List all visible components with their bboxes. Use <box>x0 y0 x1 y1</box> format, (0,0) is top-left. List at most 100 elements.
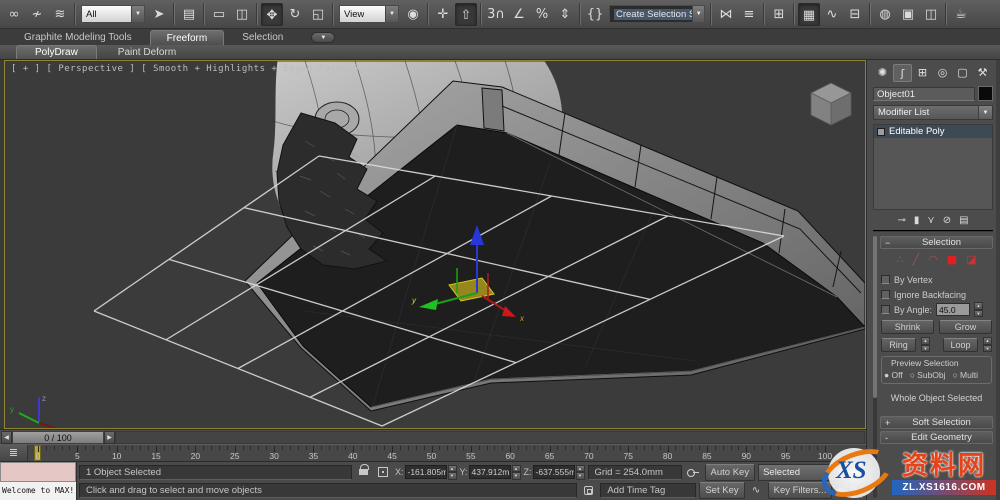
by-angle-row[interactable]: By Angle: 45.0 ▲ ▼ <box>881 302 992 317</box>
time-slider-next-button[interactable]: ▶ <box>104 430 115 444</box>
show-end-result-icon[interactable]: ▮ <box>914 215 920 226</box>
rollout-scrollbar[interactable] <box>873 236 877 498</box>
add-time-tag[interactable]: Add Time Tag <box>600 482 697 498</box>
unlink-selection-icon[interactable]: ≁ <box>26 3 48 26</box>
spinner-snap-toggle-icon[interactable]: ⇕ <box>554 3 576 26</box>
ring-button[interactable]: Ring <box>881 337 916 352</box>
pin-stack-icon[interactable]: ⊸ <box>897 215 905 226</box>
selection-filter-dropdown[interactable]: All ▼ <box>81 5 145 23</box>
y-coordinate-field[interactable]: 437.912mm <box>468 465 511 479</box>
object-color-swatch[interactable] <box>978 86 993 101</box>
key-mode-dropdown[interactable]: Selected ▼ <box>758 463 847 481</box>
viewport-label[interactable]: [ + ] [ Perspective ] [ Smooth + Highlig… <box>11 64 360 74</box>
time-slider-track[interactable] <box>115 430 865 444</box>
by-vertex-checkbox[interactable] <box>881 275 890 284</box>
configure-modifier-sets-icon[interactable]: ▤ <box>959 215 968 226</box>
tab-polydraw[interactable]: PolyDraw <box>16 45 97 59</box>
edit-named-selection-sets-icon[interactable]: {} <box>584 3 606 26</box>
viewport-canvas[interactable]: y x z y x <box>5 60 866 437</box>
select-and-move-icon[interactable]: ✥ <box>261 2 283 26</box>
y-spinner[interactable]: ▲ ▼ <box>511 464 521 480</box>
ignore-backfacing-checkbox[interactable] <box>881 290 890 299</box>
loop-spinner[interactable]: ▲ ▼ <box>983 337 992 352</box>
z-spinner[interactable]: ▲ ▼ <box>575 464 585 480</box>
hierarchy-tab-icon[interactable]: ⊞ <box>913 64 932 82</box>
edge-icon[interactable]: ╱ <box>912 253 919 266</box>
x-spinner[interactable]: ▲ ▼ <box>447 464 457 480</box>
named-selection-set-dropdown[interactable]: Create Selection Se ▼ <box>609 5 705 23</box>
maxscript-mini-listener[interactable]: Welcome to MAX! <box>0 462 77 500</box>
rectangular-selection-region-icon[interactable]: ▭ <box>208 3 230 26</box>
time-slider-prev-button[interactable]: ◀ <box>1 430 12 444</box>
track-bar[interactable]: ≣ 0 5 10 15 20 25 30 35 40 45 50 55 60 65 70 75 80 85 90 95… <box>0 444 866 461</box>
ignore-backfacing-row[interactable]: Ignore Backfacing <box>881 287 992 302</box>
angle-snap-toggle-icon[interactable]: ∠ <box>508 3 530 26</box>
bind-to-space-warp-icon[interactable]: ≋ <box>49 3 71 26</box>
mirror-icon[interactable]: ⋈ <box>715 3 737 26</box>
key-filters-button[interactable]: Key Filters... <box>767 481 833 499</box>
modifier-stack[interactable]: Editable Poly <box>873 124 993 210</box>
x-coordinate-field[interactable]: -161.805m <box>404 465 447 479</box>
rollout-header-selection[interactable]: − Selection <box>880 236 993 249</box>
next-frame-button[interactable]: ◀▶| <box>835 486 846 494</box>
preview-radio-subobj[interactable]: ○ SubObj <box>910 370 946 380</box>
grow-button[interactable]: Grow <box>939 320 992 334</box>
utilities-tab-icon[interactable]: ⚒ <box>973 64 992 82</box>
render-production-icon[interactable]: ☕ <box>950 3 972 26</box>
border-icon[interactable]: ◠ <box>928 253 938 266</box>
ribbon-minimize-button[interactable]: ▼ <box>311 32 336 43</box>
percent-snap-toggle-icon[interactable]: % <box>531 3 553 26</box>
by-angle-field[interactable]: 45.0 <box>936 303 971 316</box>
set-keys-button[interactable] <box>685 464 702 480</box>
shrink-button[interactable]: Shrink <box>881 320 934 334</box>
absolute-offset-mode-toggle[interactable] <box>375 464 392 480</box>
set-key-button[interactable]: Set Key <box>699 481 745 499</box>
create-tab-icon[interactable]: ✺ <box>873 64 892 82</box>
make-unique-icon[interactable]: ⋎ <box>927 215 934 226</box>
curve-editor-icon[interactable]: ∿ <box>821 3 843 26</box>
go-to-start-button[interactable]: |◀◀ ◀ <box>849 468 865 476</box>
listener-macro-row[interactable] <box>0 462 76 482</box>
mini-curve-editor-icon[interactable]: ≣ <box>0 445 28 461</box>
render-setup-icon[interactable]: ▣ <box>897 3 919 26</box>
listener-text[interactable]: Welcome to MAX! <box>0 482 76 500</box>
loop-button[interactable]: Loop <box>943 337 978 352</box>
select-and-scale-icon[interactable]: ◱ <box>307 3 329 26</box>
select-object-icon[interactable]: ➤ <box>148 3 170 26</box>
display-tab-icon[interactable]: ▢ <box>953 64 972 82</box>
tab-freeform[interactable]: Freeform <box>149 30 225 45</box>
reference-coordinate-system-dropdown[interactable]: View ▼ <box>339 5 399 23</box>
by-angle-spinner[interactable]: ▲ ▼ <box>974 302 984 317</box>
preview-radio-off[interactable]: ● Off <box>884 370 903 380</box>
use-pivot-point-center-icon[interactable]: ◉ <box>402 3 424 26</box>
rollout-header-edit-geometry[interactable]: - Edit Geometry <box>880 431 993 444</box>
by-vertex-row[interactable]: By Vertex <box>881 272 992 287</box>
select-and-manipulate-icon[interactable]: ✛ <box>432 3 454 26</box>
modifier-list-dropdown[interactable]: Modifier List ▼ <box>873 105 993 120</box>
material-editor-icon[interactable]: ◍ <box>874 3 896 26</box>
motion-tab-icon[interactable]: ◎ <box>933 64 952 82</box>
select-and-rotate-icon[interactable]: ↻ <box>284 3 306 26</box>
select-by-name-icon[interactable]: ▤ <box>178 3 200 26</box>
current-frame-field[interactable]: 0 <box>848 482 864 498</box>
preview-radio-multi[interactable]: ○ Multi <box>953 370 978 380</box>
by-angle-checkbox[interactable] <box>881 305 890 314</box>
auto-key-button[interactable]: Auto Key <box>704 463 756 481</box>
tab-graphite-modeling-tools[interactable]: Graphite Modeling Tools <box>8 30 148 45</box>
graphite-ribbon-toggle-icon[interactable]: ▦ <box>798 2 820 26</box>
time-slider-handle[interactable]: 0 / 100 <box>12 430 104 444</box>
selection-lock-toggle[interactable] <box>355 464 372 480</box>
select-and-link-icon[interactable]: ∞ <box>3 3 25 26</box>
schematic-view-icon[interactable]: ⊟ <box>844 3 866 26</box>
perspective-viewport[interactable]: y x z y x <box>4 60 866 437</box>
polygon-icon[interactable]: ■ <box>947 253 957 266</box>
rendered-frame-window-icon[interactable]: ◫ <box>920 3 942 26</box>
rollout-header-soft-selection[interactable]: + Soft Selection <box>880 416 993 429</box>
modify-tab-icon[interactable]: ʃ <box>893 63 912 82</box>
vertex-icon[interactable]: ∴ <box>896 253 903 266</box>
stack-item-editable-poly[interactable]: Editable Poly <box>874 125 992 138</box>
time-slider[interactable]: ◀ 0 / 100 ▶ <box>0 429 866 444</box>
keyboard-shortcut-override-icon[interactable]: ⇧ <box>455 2 477 26</box>
z-coordinate-field[interactable]: -637.555m <box>532 465 575 479</box>
align-icon[interactable]: ≡ <box>738 3 760 26</box>
